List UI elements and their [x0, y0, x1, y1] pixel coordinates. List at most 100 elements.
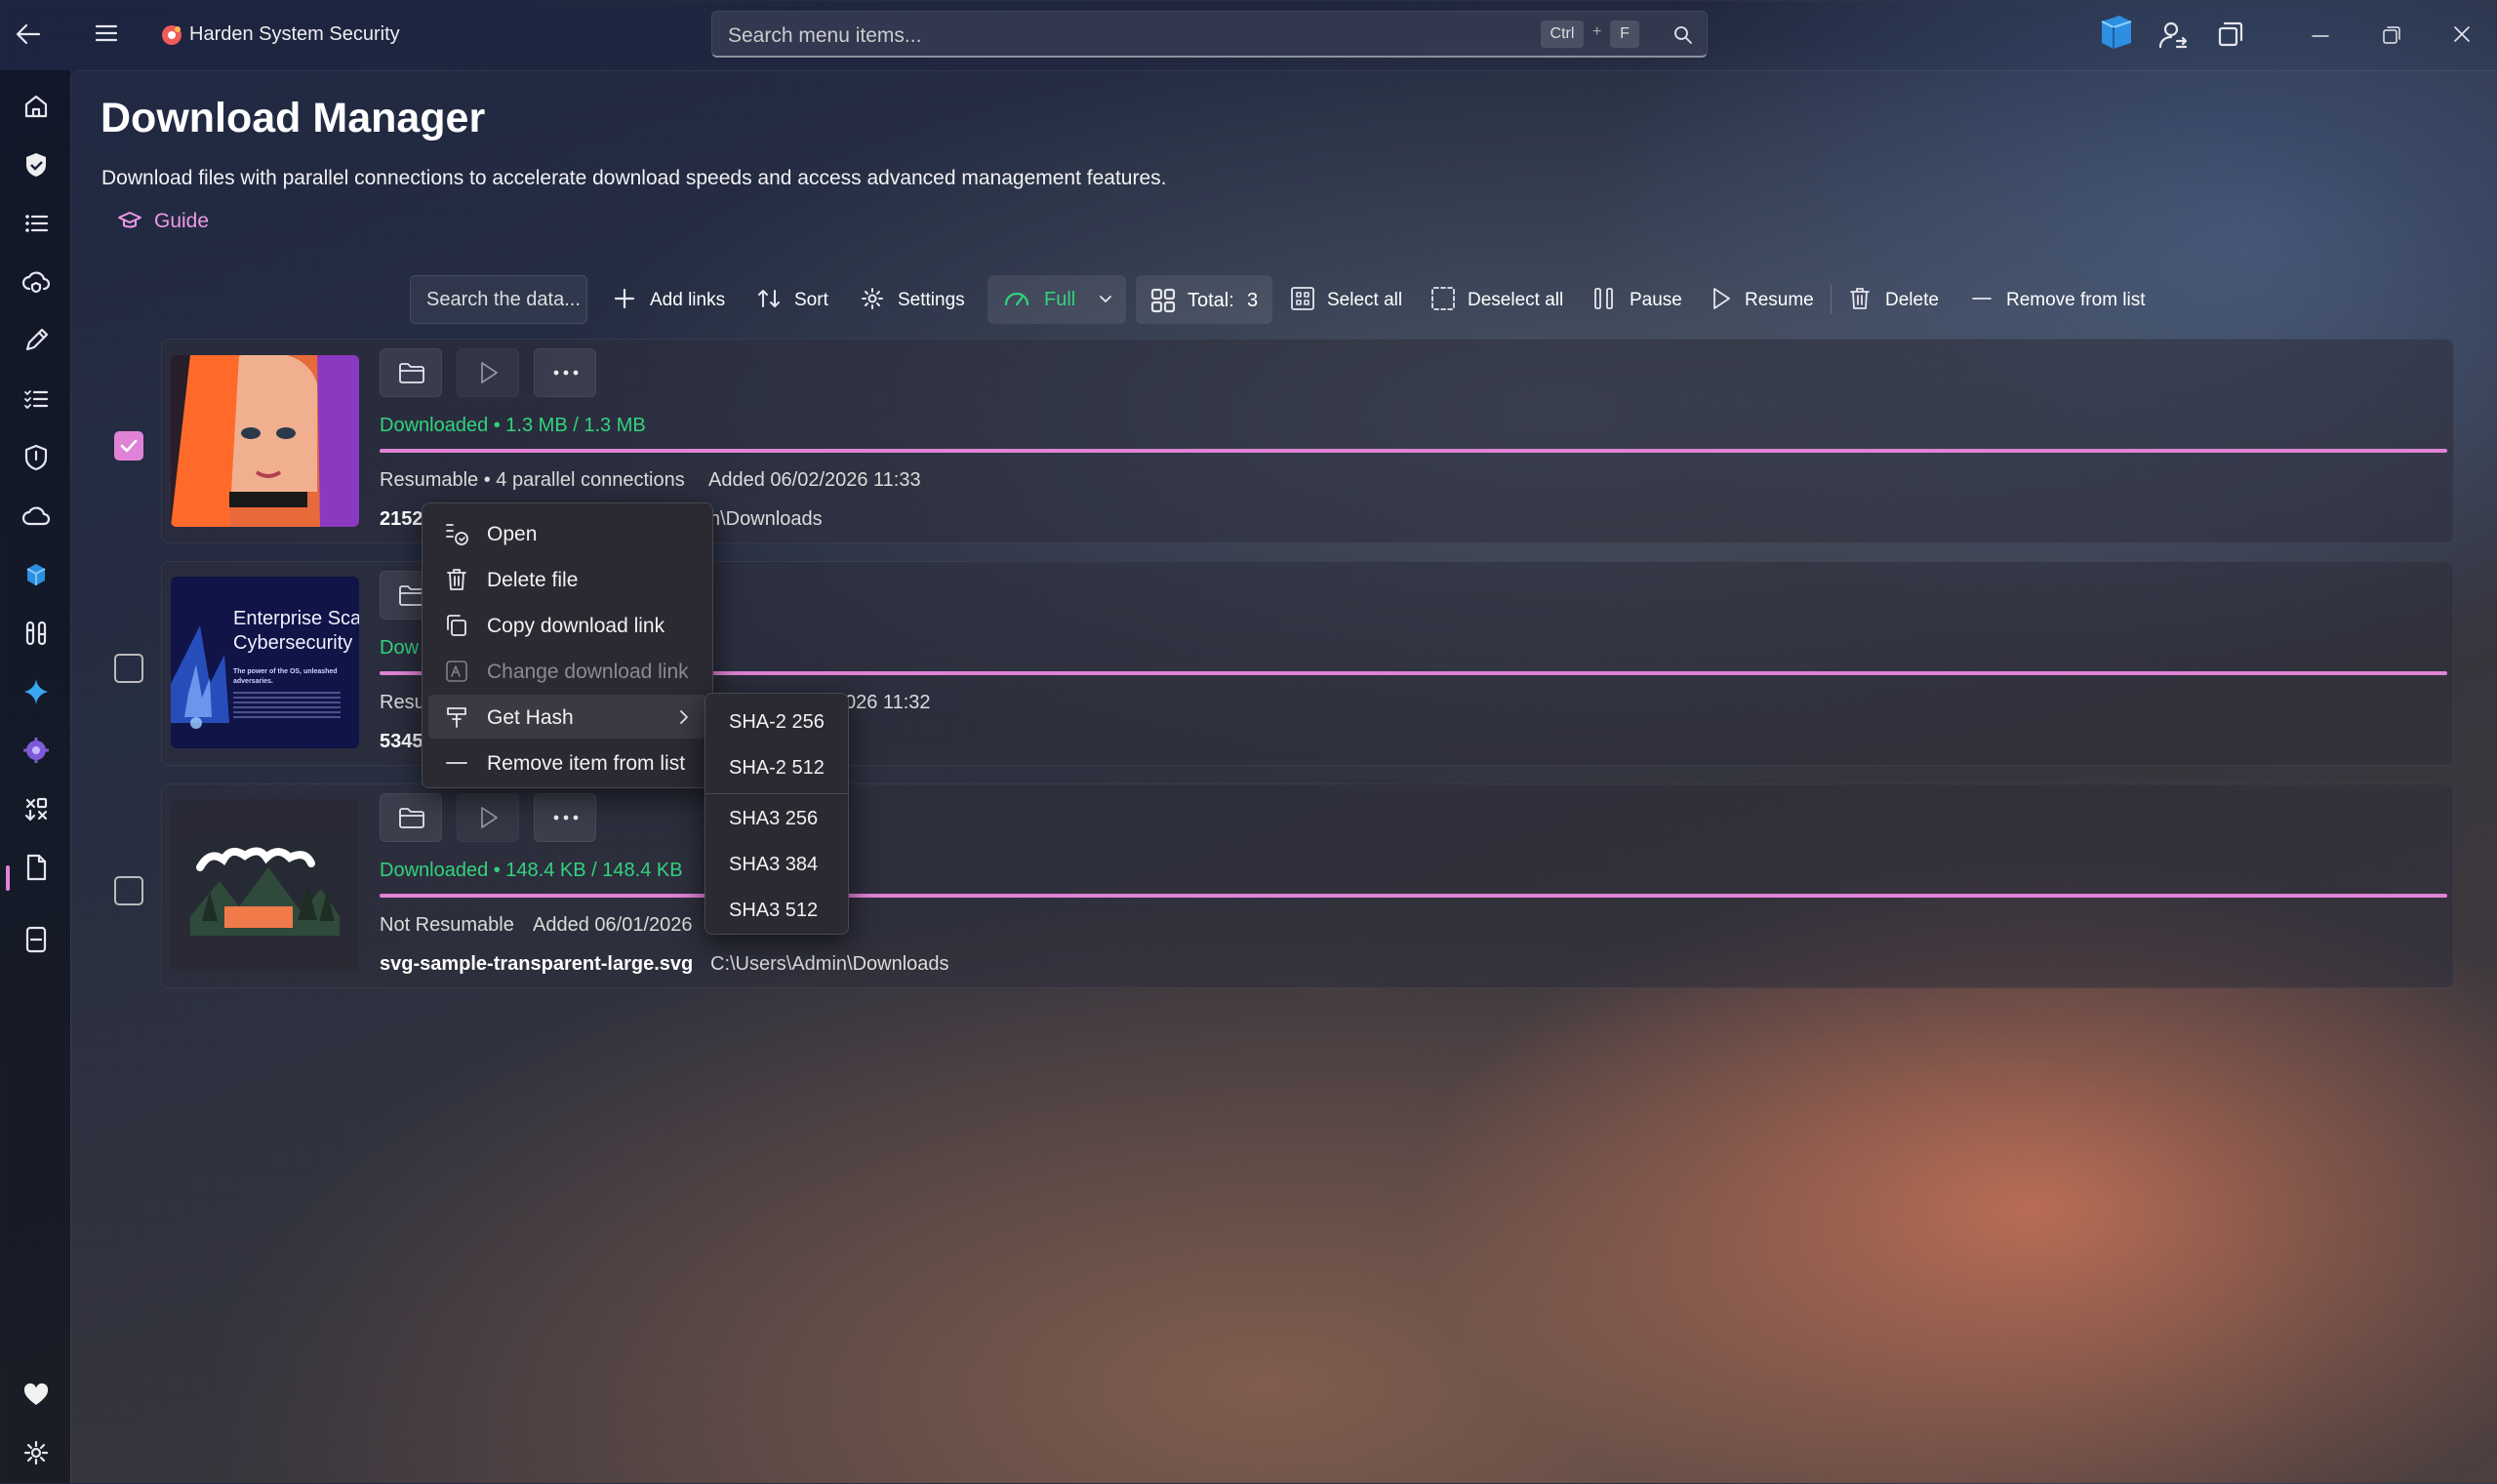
- hash-option-sha3-256[interactable]: SHA3 256: [705, 796, 848, 841]
- download-meta: Not Resumable: [380, 914, 514, 936]
- app-logo-icon: [160, 23, 183, 47]
- minus-icon: [446, 762, 467, 764]
- open-icon: [446, 524, 468, 545]
- window-switch-icon[interactable]: [2217, 20, 2244, 48]
- minimize-icon[interactable]: [2312, 34, 2329, 38]
- menu-item-label: Copy download link: [487, 615, 665, 637]
- title-bar: Harden System Security Search menu items…: [0, 0, 2497, 70]
- checkmark-icon: [120, 439, 138, 453]
- app-title: Harden System Security: [189, 23, 400, 45]
- submenu-divider: [705, 793, 848, 794]
- folder-icon: [399, 808, 424, 828]
- settings-gear-icon[interactable]: [20, 1436, 53, 1469]
- data-search-input[interactable]: Search the data...: [410, 275, 587, 324]
- graduation-cap-icon: [117, 209, 142, 232]
- cloud-shield-icon[interactable]: [20, 265, 53, 299]
- menu-search-input[interactable]: Search menu items... Ctrl + F: [711, 11, 1708, 58]
- tools-icon[interactable]: [20, 617, 53, 650]
- gear-icon: [862, 288, 883, 309]
- hash-option-label: SHA3 512: [729, 900, 819, 921]
- hash-submenu: SHA-2 256 SHA-2 512 SHA3 256 SHA3 384 SH…: [705, 693, 849, 935]
- open-folder-button[interactable]: [380, 793, 442, 842]
- menu-item-get-hash[interactable]: Get Hash: [428, 695, 706, 739]
- mode-dropdown[interactable]: Full: [987, 275, 1126, 324]
- pause-icon: [1594, 288, 1613, 309]
- context-menu: Open Delete file Copy download link Chan…: [422, 502, 713, 788]
- mode-label: Full: [1044, 289, 1076, 310]
- download-tools-icon[interactable]: [20, 792, 53, 825]
- data-search-placeholder: Search the data...: [426, 289, 581, 310]
- back-arrow-icon[interactable]: [14, 20, 43, 49]
- app-control-icon[interactable]: [20, 923, 53, 956]
- download-status: Downloaded • 1.3 MB / 1.3 MB: [380, 415, 646, 436]
- menu-item-label: Get Hash: [487, 706, 574, 729]
- download-added: Added 06/02/2026 11:33: [708, 469, 921, 491]
- item-checkbox[interactable]: [114, 876, 143, 905]
- download-meta: Resumable • 4 parallel connections: [380, 469, 685, 491]
- defender-cube-icon[interactable]: [20, 558, 53, 591]
- select-all-icon: [1291, 287, 1314, 310]
- settings-label: Settings: [898, 290, 965, 310]
- shield-icon[interactable]: [20, 441, 53, 474]
- document-icon[interactable]: [20, 851, 53, 884]
- thumbnail-body-line2: adversaries.: [233, 678, 273, 685]
- hash-option-sha3-512[interactable]: SHA3 512: [705, 888, 848, 933]
- thumbnail-title-line1: Enterprise Sca: [233, 608, 359, 629]
- play-file-button[interactable]: [457, 793, 519, 842]
- user-switch-icon[interactable]: [2157, 20, 2189, 51]
- total-indicator: Total: 3: [1136, 275, 1272, 324]
- deselect-all-label: Deselect all: [1468, 290, 1564, 310]
- more-options-button[interactable]: [534, 348, 596, 397]
- download-added: Added 06/01/2026: [533, 914, 693, 936]
- thumbnail-text-lines: [233, 692, 341, 721]
- file-name: 2152: [380, 508, 423, 530]
- open-folder-button[interactable]: [380, 348, 442, 397]
- heart-icon[interactable]: [20, 1378, 53, 1411]
- more-options-button[interactable]: [534, 793, 596, 842]
- item-checkbox[interactable]: [114, 654, 143, 683]
- cloud-icon[interactable]: [20, 500, 53, 533]
- ellipsis-icon: [553, 370, 579, 376]
- menu-item-label: Open: [487, 523, 538, 545]
- menu-item-remove-from-list[interactable]: Remove item from list: [423, 741, 712, 784]
- sparkle-icon[interactable]: [20, 675, 53, 708]
- menu-item-copy-download-link[interactable]: Copy download link: [423, 603, 712, 647]
- list-icon[interactable]: [20, 207, 53, 240]
- download-status: Dow: [380, 637, 420, 659]
- progress-bar: [380, 894, 2447, 898]
- checklist-icon[interactable]: [20, 382, 53, 416]
- thumbnail-image: Enterprise Sca Cybersecurity The power o…: [171, 577, 359, 748]
- hash-icon: [447, 707, 466, 728]
- gear-planet-icon[interactable]: [20, 734, 53, 767]
- cube-icon[interactable]: [2096, 12, 2135, 53]
- hash-option-sha2-512[interactable]: SHA-2 512: [705, 745, 848, 790]
- menu-item-open[interactable]: Open: [423, 511, 712, 555]
- home-icon[interactable]: [20, 90, 53, 123]
- search-icon[interactable]: [1673, 25, 1693, 45]
- file-path: C:\Users\Admin\Downloads: [710, 953, 949, 975]
- deselect-all-icon: [1431, 287, 1455, 310]
- menu-item-delete-file[interactable]: Delete file: [423, 557, 712, 601]
- thumbnail-body-line1: The power of the OS, unleashed: [233, 668, 338, 675]
- close-icon[interactable]: [2453, 25, 2471, 43]
- menu-item-change-download-link[interactable]: Change download link: [423, 649, 712, 693]
- shield-check-icon[interactable]: [20, 148, 53, 181]
- item-checkbox[interactable]: [114, 431, 143, 461]
- trash-icon: [1850, 288, 1870, 309]
- file-name: svg-sample-transparent-large.svg: [380, 953, 694, 975]
- hash-option-sha3-384[interactable]: SHA3 384: [705, 842, 848, 887]
- ellipsis-icon: [553, 815, 579, 821]
- menu-item-label: Remove item from list: [487, 752, 686, 775]
- hamburger-menu-icon[interactable]: [94, 21, 119, 45]
- hash-option-sha2-256[interactable]: SHA-2 256: [705, 700, 848, 744]
- play-file-button[interactable]: [457, 348, 519, 397]
- select-all-label: Select all: [1327, 290, 1403, 310]
- hash-option-label: SHA-2 256: [729, 711, 825, 733]
- total-label: Total:: [1188, 290, 1234, 311]
- chevron-right-icon: [680, 710, 688, 724]
- add-links-label: Add links: [650, 290, 726, 310]
- restore-icon[interactable]: [2382, 25, 2401, 45]
- pencil-icon[interactable]: [20, 324, 53, 357]
- minus-icon: [1972, 298, 1992, 300]
- speed-icon: [1004, 292, 1029, 306]
